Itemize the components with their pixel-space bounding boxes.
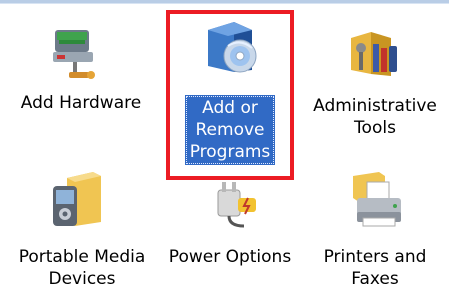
control-panel-item-administrative-tools[interactable]: Administrative Tools — [300, 0, 449, 160]
label-administrative-tools: Administrative Tools — [305, 95, 445, 139]
control-panel-item-printers-and-faxes[interactable]: Printers and Faxes — [300, 160, 449, 296]
add-hardware-icon — [45, 22, 109, 86]
label-line: Portable Media — [18, 247, 146, 267]
control-panel-item-power-options[interactable]: Power Options — [160, 160, 300, 296]
label-portable-media-devices: Portable Media Devices — [4, 246, 160, 290]
printers-and-faxes-icon — [345, 168, 409, 232]
power-options-icon — [200, 168, 264, 232]
control-panel-item-add-hardware[interactable]: Add Hardware — [0, 0, 160, 160]
highlight-callout-box — [166, 10, 294, 180]
administrative-tools-icon — [345, 22, 409, 86]
label-line: Devices — [48, 269, 116, 289]
label-printers-and-faxes: Printers and Faxes — [305, 246, 445, 290]
portable-media-devices-icon — [45, 168, 109, 232]
label-line: Printers and — [323, 247, 427, 267]
label-add-hardware: Add Hardware — [20, 93, 142, 113]
label-line: Administrative — [313, 96, 437, 116]
control-panel-item-portable-media-devices[interactable]: Portable Media Devices — [0, 160, 160, 296]
label-line: Tools — [354, 118, 396, 138]
label-line: Faxes — [351, 269, 399, 289]
label-power-options: Power Options — [168, 247, 292, 267]
